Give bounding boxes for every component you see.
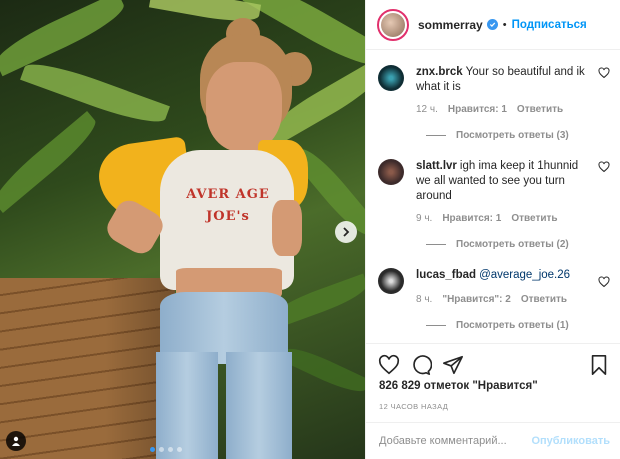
commenter-username[interactable]: lucas_fbad (416, 269, 476, 281)
post-header: sommerray • Подписаться (366, 0, 620, 50)
user-icon (12, 436, 20, 446)
carousel-indicator (150, 447, 182, 452)
jeans-leg-right (226, 352, 292, 459)
view-replies-label: Посмотреть ответы (1) (456, 320, 569, 331)
view-replies-button[interactable]: Посмотреть ответы (3) (426, 130, 569, 141)
share-paper-plane-icon[interactable] (442, 354, 464, 376)
comment-meta: 8 ч. "Нравится": 2 Ответить (416, 294, 567, 305)
view-replies-button[interactable]: Посмотреть ответы (1) (426, 320, 569, 331)
view-replies-label: Посмотреть ответы (2) (456, 239, 569, 250)
palm-leaf (0, 0, 130, 77)
follow-button[interactable]: Подписаться (512, 19, 587, 31)
carousel-dot (177, 447, 182, 452)
jeans-leg-left (156, 352, 218, 459)
post-actions (366, 343, 620, 385)
arm-right (272, 200, 302, 256)
comment-likes[interactable]: Нравится: 1 (448, 104, 507, 115)
shirt-print-line: AVER AGE (186, 187, 270, 202)
commenter-avatar[interactable] (378, 268, 404, 294)
add-comment-bar: Опубликовать (366, 422, 620, 459)
comment-time: 8 ч. (416, 294, 433, 305)
carousel-dot (150, 447, 155, 452)
author-avatar[interactable] (377, 8, 409, 41)
reply-button[interactable]: Ответить (521, 294, 567, 305)
carousel-dot (168, 447, 173, 452)
like-comment-heart-icon[interactable] (598, 161, 610, 173)
carousel-dot (159, 447, 164, 452)
shirt-print: AVER AGE JOE's (168, 184, 288, 228)
like-comment-heart-icon[interactable] (598, 67, 610, 79)
palm-leaf (0, 111, 103, 213)
commenter-username[interactable]: slatt.lvr (416, 160, 457, 172)
comment-likes[interactable]: Нравится: 1 (442, 213, 501, 224)
author-username[interactable]: sommerray (418, 18, 483, 32)
post-timestamp: 12 ЧАСОВ НАЗАД (379, 402, 449, 411)
commenter-avatar[interactable] (378, 159, 404, 185)
reply-button[interactable]: Ответить (511, 213, 557, 224)
like-heart-icon[interactable] (378, 354, 400, 376)
face (206, 62, 282, 152)
comment-time: 12 ч. (416, 104, 438, 115)
view-replies-button[interactable]: Посмотреть ответы (2) (426, 239, 569, 250)
likes-count[interactable]: 826 829 отметок "Нравится" (379, 380, 538, 392)
post-sidebar: sommerray • Подписаться znx.brck Your so … (365, 0, 620, 459)
comment-bubble-icon[interactable] (410, 354, 432, 376)
carousel-next-button[interactable] (335, 221, 357, 243)
comment-input[interactable] (379, 435, 532, 447)
comment-meta: 12 ч. Нравится: 1 Ответить (416, 104, 563, 115)
separator: • (502, 18, 507, 31)
commenter-username[interactable]: znx.brck (416, 66, 463, 78)
post-photo[interactable]: AVER AGE JOE's (0, 0, 365, 459)
reply-button[interactable]: Ответить (517, 104, 563, 115)
comment-meta: 9 ч. Нравится: 1 Ответить (416, 213, 558, 224)
mention-link[interactable]: @average_joe.26 (479, 269, 570, 281)
shirt-print-line: JOE's (206, 209, 250, 224)
tagged-user-button[interactable] (6, 431, 26, 451)
chevron-right-icon (343, 227, 350, 237)
like-comment-heart-icon[interactable] (598, 276, 610, 288)
save-bookmark-icon[interactable] (588, 354, 610, 376)
comment-time: 9 ч. (416, 213, 433, 224)
commenter-avatar[interactable] (378, 65, 404, 91)
verified-badge-icon (486, 19, 498, 30)
publish-comment-button[interactable]: Опубликовать (531, 435, 610, 447)
comment-likes[interactable]: "Нравится": 2 (442, 294, 511, 305)
palm-leaf (279, 341, 365, 399)
view-replies-label: Посмотреть ответы (3) (456, 130, 569, 141)
comments-list[interactable]: znx.brck Your so beautiful and ik what it… (366, 51, 620, 342)
